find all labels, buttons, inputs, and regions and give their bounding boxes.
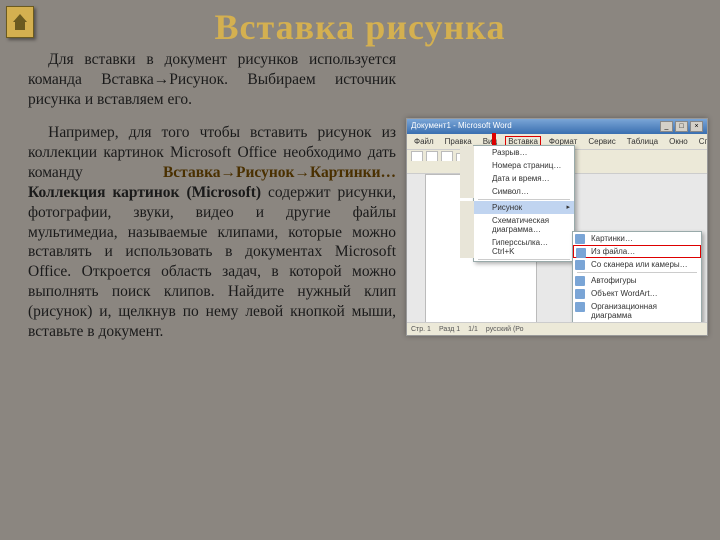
clipart-icon [575, 234, 585, 244]
menu-help[interactable]: Справка [696, 136, 708, 147]
dd-picture[interactable]: Рисунок [460, 201, 574, 214]
slide-title: Вставка рисунка [0, 0, 720, 48]
status-page: Стр. 1 [411, 326, 431, 333]
sm-fromfile-label: Из файла… [591, 247, 635, 256]
close-icon[interactable]: × [690, 121, 703, 132]
sm-clipart-label: Картинки… [591, 234, 633, 243]
maximize-icon[interactable]: □ [675, 121, 688, 132]
orgchart-icon [575, 302, 585, 312]
dd-sep2 [478, 259, 570, 260]
sm-autoshapes-label: Автофигуры [591, 276, 637, 285]
text-column: Для вставки в документ рисунков использу… [28, 50, 396, 356]
sm-sep1 [577, 272, 697, 273]
scanner-icon [575, 260, 585, 270]
dd-sep1 [478, 199, 570, 200]
shapes-icon [575, 276, 585, 286]
dd-break[interactable]: Разрыв… [460, 146, 574, 159]
dd-pagenum[interactable]: Номера страниц… [460, 159, 574, 172]
home-icon [13, 14, 27, 22]
sm-wordart[interactable]: Объект WordArt… [573, 287, 701, 300]
sm-clipart[interactable]: Картинки… [573, 232, 701, 245]
menu-table[interactable]: Таблица [624, 136, 661, 147]
sm-scanner[interactable]: Со сканера или камеры… [573, 258, 701, 271]
p2-command: Вставка→Рисунок→Картинки… [163, 164, 396, 181]
paragraph-2: Например, для того чтобы вставить рисуно… [28, 123, 396, 341]
sm-fromfile[interactable]: Из файла… [573, 245, 701, 258]
dd-hyperlink[interactable]: Гиперссылка… Ctrl+K [460, 236, 574, 258]
content-row: Для вставки в документ рисунков использу… [0, 48, 720, 356]
status-count: 1/1 [468, 326, 478, 333]
menu-file[interactable]: Файл [411, 136, 437, 147]
status-section: Разд 1 [439, 326, 460, 333]
window-titlebar: Документ1 - Microsoft Word _ □ × [407, 119, 707, 134]
status-lang: русский (Ро [486, 326, 524, 333]
dd-datetime[interactable]: Дата и время… [460, 172, 574, 185]
picture-submenu: Картинки… Из файла… Со сканера или камер… [572, 231, 702, 336]
menu-window[interactable]: Окно [666, 136, 691, 147]
sm-orgchart-label: Организационная диаграмма [591, 302, 657, 320]
sm-scanner-label: Со сканера или камеры… [591, 260, 688, 269]
menu-tools[interactable]: Сервис [585, 136, 618, 147]
window-title-text: Документ1 - Microsoft Word [411, 121, 512, 132]
minimize-icon[interactable]: _ [660, 121, 673, 132]
dd-symbol[interactable]: Символ… [460, 185, 574, 198]
screenshot-column: Документ1 - Microsoft Word _ □ × Файл Пр… [406, 50, 706, 356]
p2-rest: содержит рисунки, фотографии, звуки, вид… [28, 184, 396, 340]
statusbar: Стр. 1 Разд 1 1/1 русский (Ро [407, 322, 707, 335]
dd-diagram[interactable]: Схематическая диаграмма… [460, 214, 574, 236]
sm-autoshapes[interactable]: Автофигуры [573, 274, 701, 287]
p2-collection: Коллекция картинок (Microsoft) [28, 184, 261, 201]
home-button[interactable] [6, 6, 34, 38]
file-icon [576, 248, 586, 258]
paragraph-1: Для вставки в документ рисунков использу… [28, 50, 396, 109]
window-controls: _ □ × [660, 121, 703, 132]
insert-dropdown: Разрыв… Номера страниц… Дата и время… Си… [473, 145, 575, 262]
wordart-icon [575, 289, 585, 299]
word-screenshot: Документ1 - Microsoft Word _ □ × Файл Пр… [406, 118, 708, 336]
sm-orgchart[interactable]: Организационная диаграмма [573, 300, 701, 322]
sm-wordart-label: Объект WordArt… [591, 289, 658, 298]
